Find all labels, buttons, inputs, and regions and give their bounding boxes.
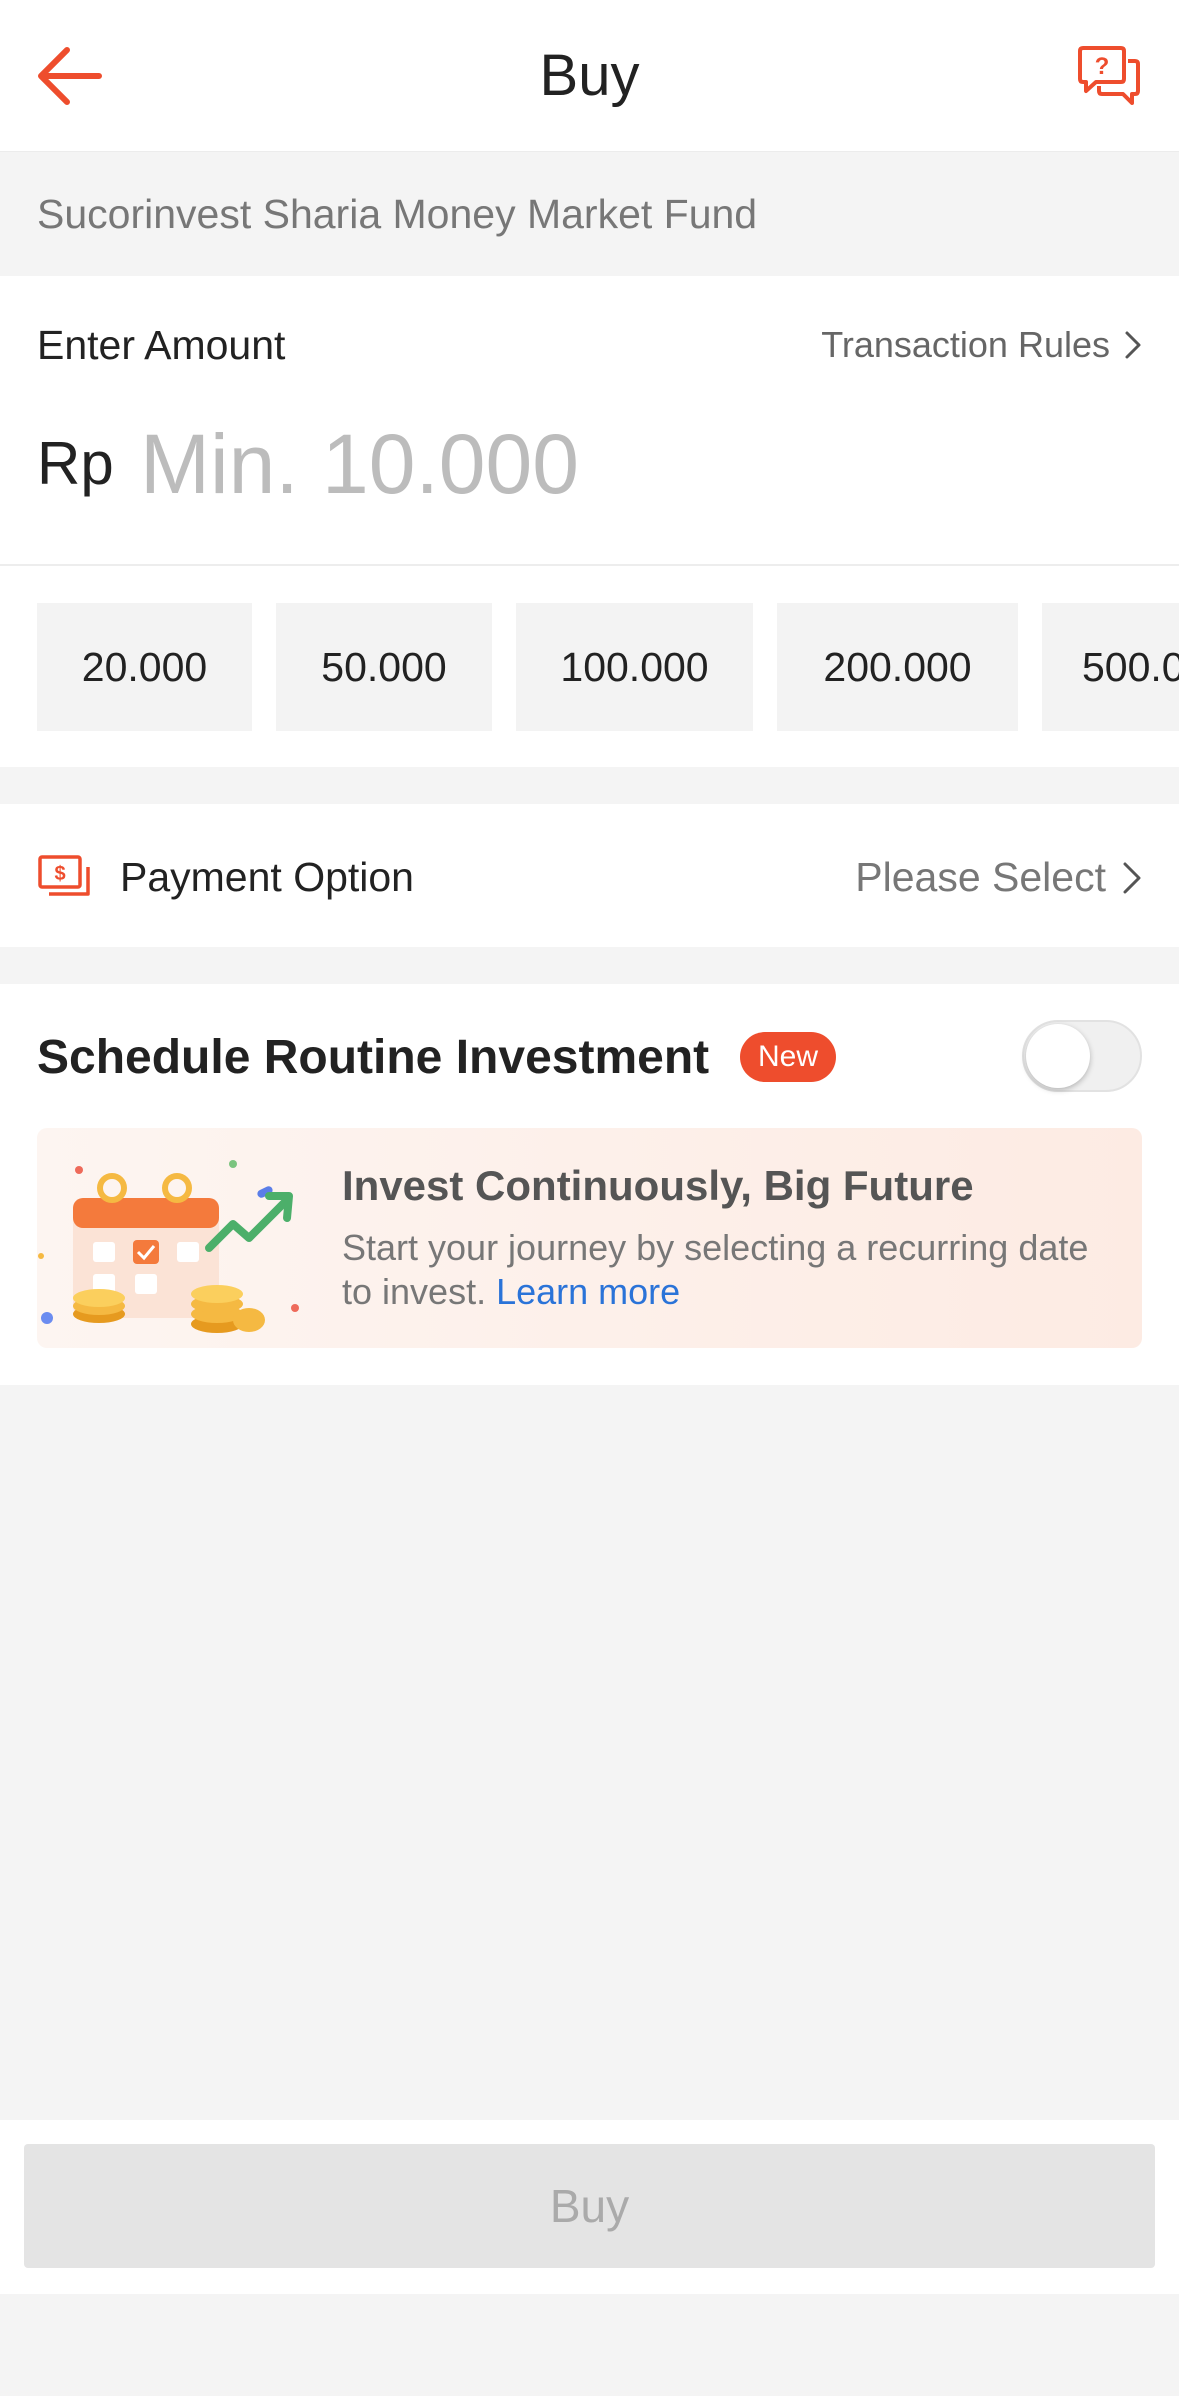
- promo-title: Invest Continuously, Big Future: [342, 1162, 974, 1209]
- schedule-toggle[interactable]: [1022, 1020, 1142, 1092]
- fund-name: Sucorinvest Sharia Money Market Fund: [37, 190, 758, 237]
- transaction-rules-label: Transaction Rules: [821, 324, 1110, 365]
- preset-chip-label: 20.000: [81, 643, 208, 690]
- preset-chip-label: 50.000: [321, 643, 447, 690]
- schedule-investment-section: Schedule Routine Investment New Invest C…: [0, 984, 1179, 1385]
- new-badge: New: [740, 1032, 837, 1082]
- preset-chip-50000[interactable]: 50.000: [276, 603, 492, 731]
- promo-banner: Invest Continuously, Big Future Start yo…: [37, 1128, 1142, 1348]
- transaction-rules-link[interactable]: Transaction Rules: [821, 324, 1142, 366]
- payment-option-label: Payment Option: [120, 854, 414, 900]
- calendar-coins-illustration: [38, 1160, 299, 1333]
- preset-chip-100000[interactable]: 100.000: [516, 603, 753, 731]
- toggle-knob: [1026, 1024, 1090, 1088]
- preset-amounts: 20.000 50.000 100.000 200.000 500.000: [0, 566, 1179, 767]
- help-chat-button[interactable]: ?: [1069, 36, 1149, 116]
- chevron-right-icon: [1125, 331, 1141, 359]
- payment-card-icon: $: [38, 855, 90, 896]
- preset-chip-20000[interactable]: 20.000: [37, 603, 252, 731]
- preset-chip-label: 100.000: [560, 643, 709, 690]
- amount-section: Enter Amount Transaction Rules Rp: [0, 276, 1179, 566]
- promo-description: Start your journey by selecting a recurr…: [342, 1226, 1102, 1314]
- promo-description-text: Start your journey by selecting a recurr…: [342, 1227, 1089, 1312]
- svg-text:$: $: [54, 863, 65, 885]
- payment-option-value: Please Select: [855, 854, 1106, 900]
- schedule-title: Schedule Routine Investment: [37, 1031, 710, 1084]
- chevron-right-icon: [1123, 862, 1141, 893]
- payment-option-select[interactable]: Please Select: [855, 854, 1142, 901]
- page-title: Buy: [539, 43, 640, 108]
- preset-chip-label: 200.000: [823, 643, 972, 690]
- top-bar: Buy ?: [0, 0, 1179, 152]
- preset-chip-200000[interactable]: 200.000: [777, 603, 1018, 731]
- chat-question-icon: ?: [1078, 46, 1140, 105]
- currency-label: Rp: [37, 430, 114, 497]
- enter-amount-label: Enter Amount: [37, 322, 286, 368]
- payment-option-row[interactable]: $ Payment Option Please Select: [0, 804, 1179, 947]
- fund-name-row: Sucorinvest Sharia Money Market Fund: [0, 152, 1179, 276]
- preset-chip-label: 500.000: [1082, 643, 1179, 690]
- buy-page: Buy ? Sucorinvest Sharia Money Market Fu…: [0, 0, 1179, 2396]
- learn-more-link[interactable]: Learn more: [496, 1271, 680, 1312]
- buy-button[interactable]: Buy: [24, 2144, 1155, 2268]
- bottom-action-bar: Buy: [0, 2120, 1179, 2294]
- svg-text:?: ?: [1095, 53, 1110, 80]
- preset-chip-500000[interactable]: 500.000: [1042, 603, 1179, 731]
- amount-input[interactable]: [140, 416, 1040, 512]
